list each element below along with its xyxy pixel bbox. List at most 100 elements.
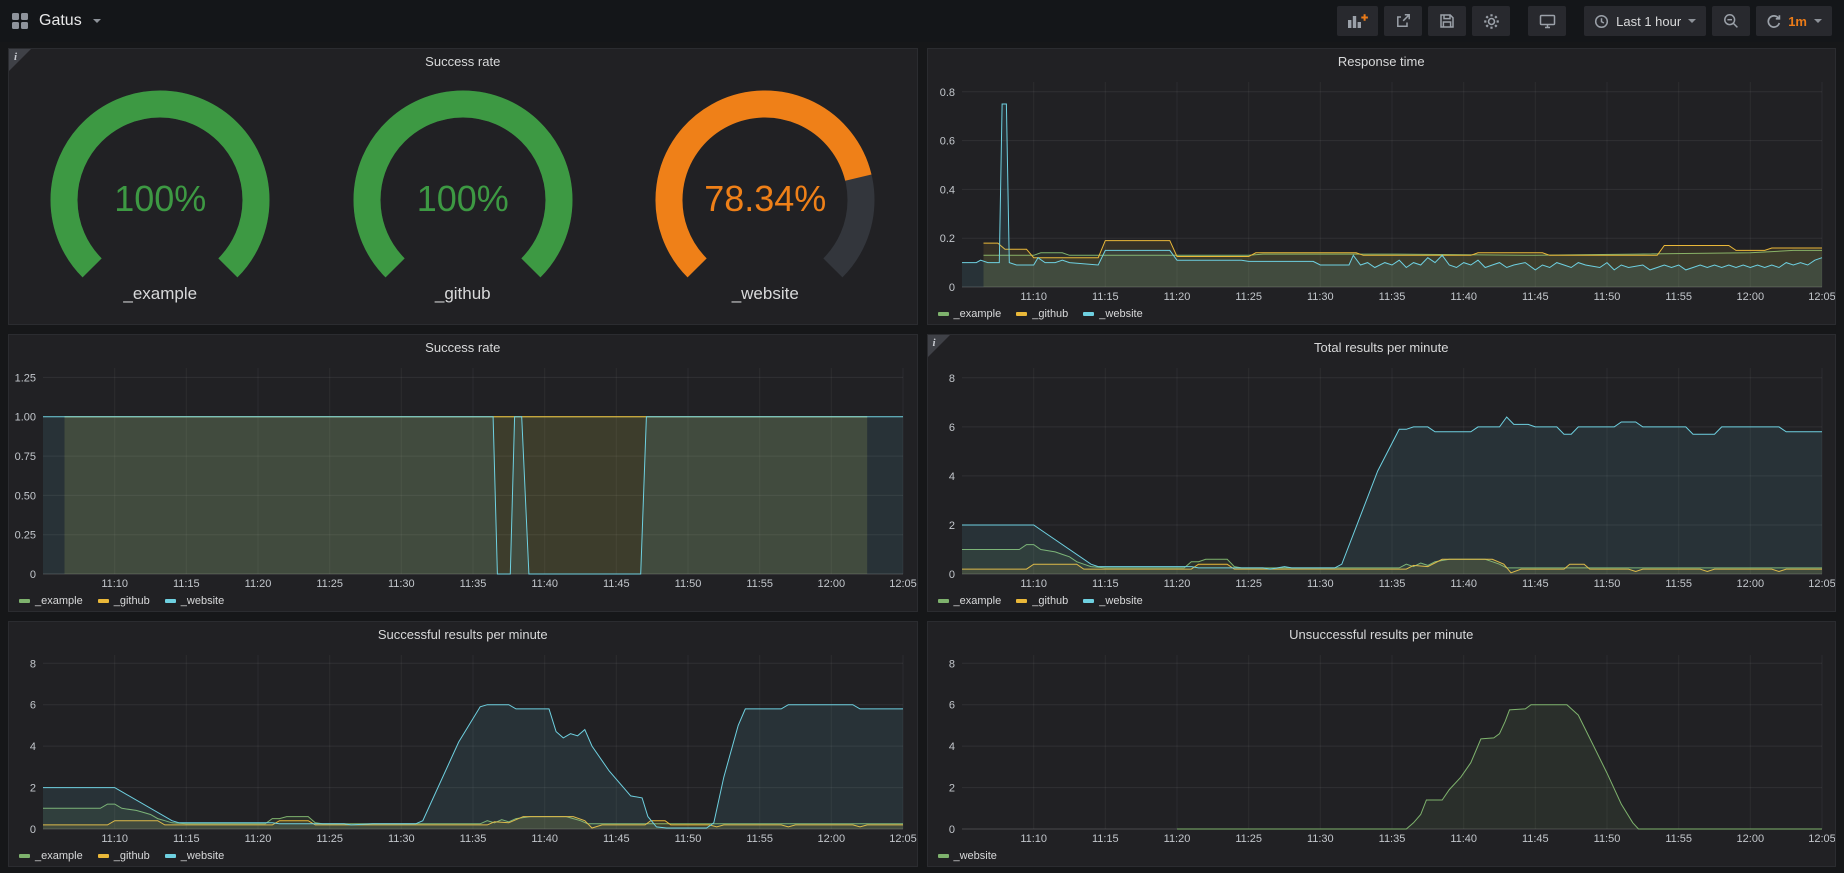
legend-item-example[interactable]: _example xyxy=(19,595,83,607)
panel-title[interactable]: Total results per minute xyxy=(928,335,1836,360)
share-button[interactable] xyxy=(1384,6,1422,36)
chart-legend: _example _github _website xyxy=(9,845,917,866)
svg-text:11:45: 11:45 xyxy=(1521,291,1548,303)
add-panel-button[interactable] xyxy=(1337,6,1378,36)
svg-text:11:45: 11:45 xyxy=(1521,833,1548,845)
svg-text:2: 2 xyxy=(948,520,954,532)
dashboard-grid: i Success rate 100% _example 100% _githu… xyxy=(0,42,1844,873)
chevron-down-icon xyxy=(93,19,101,23)
chart-legend: _example _github _website xyxy=(928,590,1836,611)
legend-item-website[interactable]: _website xyxy=(938,850,997,862)
refresh-button[interactable]: 1m xyxy=(1756,6,1832,36)
svg-text:12:00: 12:00 xyxy=(1736,291,1764,303)
panel-title[interactable]: Success rate xyxy=(9,49,917,74)
svg-text:0.75: 0.75 xyxy=(15,451,36,463)
svg-text:8: 8 xyxy=(30,658,36,670)
legend-item-github[interactable]: _github xyxy=(1016,308,1068,320)
legend-swatch xyxy=(1083,599,1094,603)
panel-successful-results: Successful results per minute 11:1011:15… xyxy=(8,621,918,867)
svg-text:11:20: 11:20 xyxy=(1163,291,1190,303)
panel-info-corner[interactable] xyxy=(928,335,950,357)
svg-text:11:10: 11:10 xyxy=(101,578,128,590)
svg-text:11:55: 11:55 xyxy=(1665,578,1692,590)
svg-text:11:25: 11:25 xyxy=(316,578,343,590)
panel-success-rate-gauges: i Success rate 100% _example 100% _githu… xyxy=(8,48,918,325)
dashboard-picker[interactable]: Gatus xyxy=(12,12,101,30)
svg-text:11:45: 11:45 xyxy=(603,578,630,590)
legend-label: _github xyxy=(114,595,150,607)
chart-legend: _example _github _website xyxy=(9,590,917,611)
chart-legend: _website xyxy=(928,845,1836,866)
svg-text:11:20: 11:20 xyxy=(1163,833,1190,845)
svg-text:11:50: 11:50 xyxy=(1593,578,1620,590)
svg-text:12:00: 12:00 xyxy=(818,833,846,845)
gauge-github: 100% _github xyxy=(323,82,603,304)
legend-item-example[interactable]: _example xyxy=(938,308,1002,320)
svg-text:4: 4 xyxy=(948,741,954,753)
panel-title[interactable]: Success rate xyxy=(9,335,917,360)
gauge-website: 78.34% _website xyxy=(625,82,905,304)
panel-title[interactable]: Response time xyxy=(928,49,1836,74)
unsuccessful-results-chart[interactable]: 11:1011:1511:2011:2511:3011:3511:4011:45… xyxy=(928,647,1836,845)
legend-item-website[interactable]: _website xyxy=(1083,308,1142,320)
legend-item-github[interactable]: _github xyxy=(1016,595,1068,607)
svg-text:11:15: 11:15 xyxy=(173,578,200,590)
chevron-down-icon xyxy=(1814,19,1822,23)
response-time-chart[interactable]: 11:1011:1511:2011:2511:3011:3511:4011:45… xyxy=(928,74,1836,303)
legend-label: _website xyxy=(954,850,997,862)
svg-text:11:10: 11:10 xyxy=(1020,291,1047,303)
total-results-chart[interactable]: 11:1011:1511:2011:2511:3011:3511:4011:45… xyxy=(928,360,1836,590)
legend-swatch xyxy=(1016,312,1027,316)
svg-text:11:55: 11:55 xyxy=(1665,291,1692,303)
svg-text:12:05: 12:05 xyxy=(1808,833,1836,845)
panel-info-corner[interactable] xyxy=(9,49,31,71)
svg-text:0.4: 0.4 xyxy=(939,184,954,196)
svg-text:11:40: 11:40 xyxy=(531,833,558,845)
svg-text:11:35: 11:35 xyxy=(460,833,487,845)
panel-title[interactable]: Unsuccessful results per minute xyxy=(928,622,1836,647)
legend-item-example[interactable]: _example xyxy=(938,595,1002,607)
gauge-value: 100% xyxy=(20,178,300,220)
navbar-actions: Last 1 hour 1m xyxy=(1337,6,1832,36)
gauge-label: _github xyxy=(435,284,491,304)
save-button[interactable] xyxy=(1428,6,1466,36)
svg-text:11:40: 11:40 xyxy=(531,578,558,590)
svg-text:11:40: 11:40 xyxy=(1450,578,1477,590)
legend-swatch xyxy=(1083,312,1094,316)
svg-text:11:55: 11:55 xyxy=(1665,833,1692,845)
legend-item-website[interactable]: _website xyxy=(165,595,224,607)
tv-mode-button[interactable] xyxy=(1528,6,1566,36)
svg-text:12:00: 12:00 xyxy=(1736,833,1764,845)
legend-label: _example xyxy=(35,595,83,607)
svg-text:0: 0 xyxy=(30,569,36,581)
zoom-out-button[interactable] xyxy=(1712,6,1750,36)
legend-swatch xyxy=(165,854,176,858)
svg-text:2: 2 xyxy=(30,783,36,795)
legend-item-website[interactable]: _website xyxy=(165,850,224,862)
svg-text:11:30: 11:30 xyxy=(388,833,415,845)
legend-item-website[interactable]: _website xyxy=(1083,595,1142,607)
svg-text:11:15: 11:15 xyxy=(1091,291,1118,303)
svg-text:0: 0 xyxy=(948,282,954,294)
svg-text:11:45: 11:45 xyxy=(603,833,630,845)
successful-results-chart[interactable]: 11:1011:1511:2011:2511:3011:3511:4011:45… xyxy=(9,647,917,845)
svg-text:0: 0 xyxy=(948,569,954,581)
svg-text:2: 2 xyxy=(948,783,954,795)
refresh-interval-label: 1m xyxy=(1788,14,1807,29)
legend-item-example[interactable]: _example xyxy=(19,850,83,862)
chart-legend: _example _github _website xyxy=(928,303,1836,324)
gauge-arc: 78.34% xyxy=(625,82,905,282)
legend-label: _website xyxy=(1099,308,1142,320)
panel-success-rate-timeseries: Success rate 11:1011:1511:2011:2511:3011… xyxy=(8,334,918,612)
legend-swatch xyxy=(19,599,30,603)
legend-label: _github xyxy=(1032,595,1068,607)
settings-button[interactable] xyxy=(1472,6,1510,36)
svg-text:12:00: 12:00 xyxy=(1736,578,1764,590)
panel-title[interactable]: Successful results per minute xyxy=(9,622,917,647)
panel-total-results: i Total results per minute 11:1011:1511:… xyxy=(927,334,1837,612)
legend-item-github[interactable]: _github xyxy=(98,595,150,607)
success-rate-chart[interactable]: 11:1011:1511:2011:2511:3011:3511:4011:45… xyxy=(9,360,917,590)
time-range-picker[interactable]: Last 1 hour xyxy=(1584,6,1706,36)
svg-text:0.6: 0.6 xyxy=(939,136,954,148)
legend-item-github[interactable]: _github xyxy=(98,850,150,862)
